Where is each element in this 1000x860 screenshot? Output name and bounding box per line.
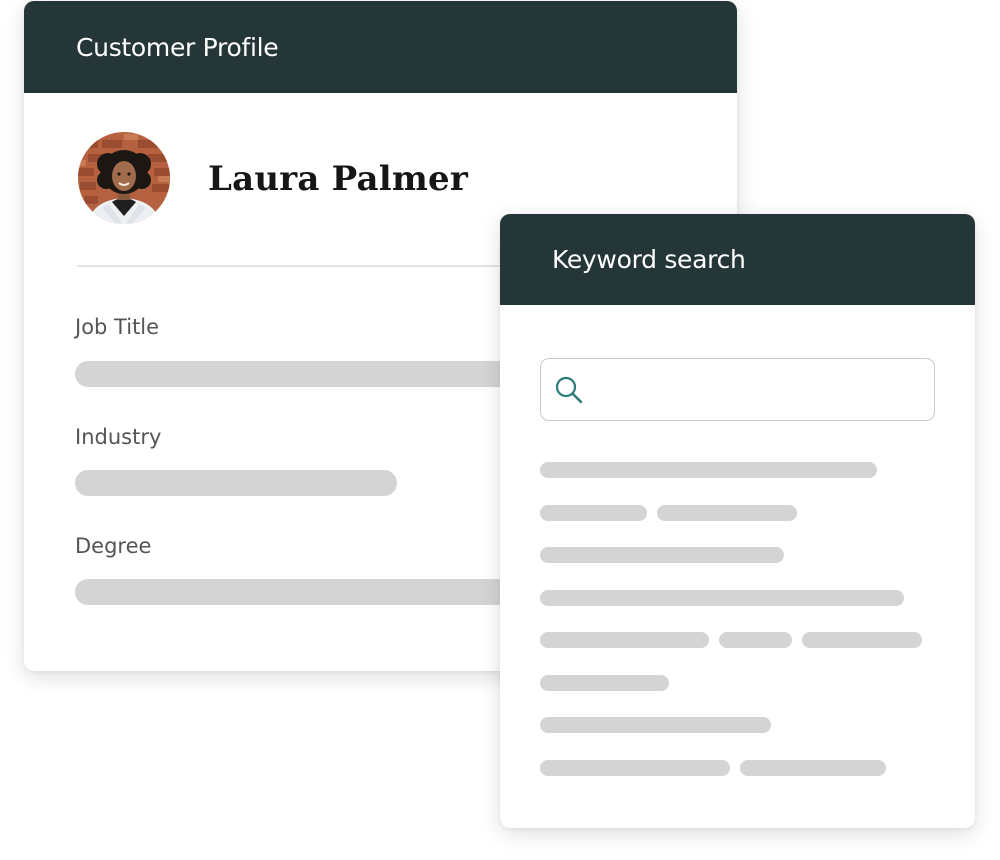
- result-placeholder: [540, 632, 709, 648]
- result-placeholder: [540, 590, 904, 606]
- result-placeholder: [657, 505, 797, 521]
- industry-placeholder: [75, 470, 397, 496]
- result-placeholder: [540, 505, 647, 521]
- avatar-photo: [78, 132, 170, 224]
- search-input[interactable]: [595, 359, 929, 421]
- result-placeholder: [802, 632, 922, 648]
- result-placeholder: [540, 547, 784, 563]
- customer-profile-header: Customer Profile: [24, 1, 737, 93]
- search-icon: [555, 376, 583, 404]
- keyword-search-header: Keyword search: [500, 214, 975, 305]
- keyword-search-title: Keyword search: [552, 245, 746, 274]
- result-placeholder: [540, 717, 771, 733]
- result-placeholder: [540, 760, 730, 776]
- result-placeholder: [540, 462, 877, 478]
- search-field[interactable]: [540, 358, 935, 421]
- customer-name: Laura Palmer: [208, 159, 468, 199]
- job-title-label: Job Title: [75, 315, 160, 339]
- result-placeholder: [719, 632, 792, 648]
- result-placeholder: [740, 760, 886, 776]
- degree-label: Degree: [75, 534, 152, 558]
- keyword-search-card: Keyword search: [500, 214, 975, 828]
- result-placeholder: [540, 675, 669, 691]
- industry-label: Industry: [75, 425, 162, 449]
- customer-profile-title: Customer Profile: [76, 32, 279, 62]
- avatar: [78, 132, 170, 224]
